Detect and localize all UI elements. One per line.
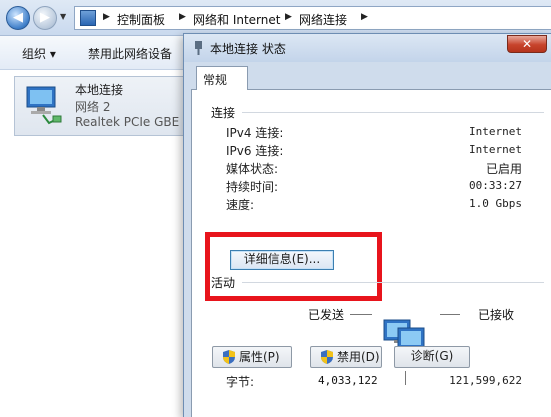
disable-device-button[interactable]: 禁用此网络设备 bbox=[88, 45, 172, 62]
divider bbox=[350, 314, 372, 315]
connection-status-dialog: 本地连接 状态 ✕ 常规 连接 IPv4 连接: Internet IPv6 连… bbox=[183, 33, 551, 417]
divider bbox=[242, 112, 544, 113]
ipv6-value: Internet bbox=[469, 143, 522, 156]
adapter-network: 网络 2 bbox=[75, 100, 111, 114]
address-bar-region: ◀ ▶ ▼ ▶ 控制面板 ▶ 网络和 Internet ▶ 网络连接 ▶ bbox=[0, 0, 551, 36]
breadcrumb-control-panel[interactable]: 控制面板 bbox=[117, 11, 165, 28]
history-dropdown-icon[interactable]: ▼ bbox=[60, 12, 70, 24]
bytes-label: 字节: bbox=[226, 375, 255, 389]
connection-group-label: 连接 bbox=[211, 106, 236, 120]
properties-button[interactable]: 属性(P) bbox=[212, 346, 292, 368]
organize-menu[interactable]: 组织 ▾ bbox=[22, 45, 56, 62]
properties-label: 属性(P) bbox=[239, 350, 280, 364]
ipv6-label: IPv6 连接: bbox=[226, 144, 284, 158]
divider bbox=[440, 314, 460, 315]
breadcrumb-network-connections[interactable]: 网络连接 bbox=[299, 11, 347, 28]
back-button[interactable]: ◀ bbox=[6, 6, 30, 30]
divider bbox=[242, 282, 544, 283]
chevron-right-icon[interactable]: ▶ bbox=[361, 12, 368, 22]
sent-label: 已发送 bbox=[308, 308, 345, 322]
dialog-title-bar[interactable]: 本地连接 状态 ✕ bbox=[184, 34, 551, 62]
control-panel-icon bbox=[80, 10, 96, 26]
bytes-received-value: 121,599,622 bbox=[449, 374, 522, 387]
breadcrumb-network-internet[interactable]: 网络和 Internet bbox=[193, 11, 280, 28]
media-state-value: 已启用 bbox=[485, 162, 522, 176]
disable-label: 禁用(D) bbox=[337, 350, 380, 364]
diagnose-button[interactable]: 诊断(G) bbox=[394, 346, 470, 368]
ipv4-value: Internet bbox=[469, 125, 522, 138]
divider bbox=[405, 371, 406, 385]
media-state-label: 媒体状态: bbox=[226, 162, 279, 176]
uac-shield-icon bbox=[321, 350, 333, 364]
chevron-right-icon[interactable]: ▶ bbox=[103, 12, 110, 22]
speed-label: 速度: bbox=[226, 198, 255, 212]
activity-group-label: 活动 bbox=[211, 276, 236, 290]
network-adapter-icon bbox=[26, 86, 62, 125]
duration-value: 00:33:27 bbox=[469, 179, 522, 192]
disable-button[interactable]: 禁用(D) bbox=[310, 346, 382, 368]
adapter-name: 本地连接 bbox=[75, 83, 124, 97]
uac-shield-icon bbox=[223, 350, 235, 364]
adapter-device: Realtek PCIe GBE bbox=[75, 115, 180, 129]
dialog-title: 本地连接 状态 bbox=[210, 42, 286, 56]
chevron-right-icon[interactable]: ▶ bbox=[285, 12, 292, 22]
ipv4-label: IPv4 连接: bbox=[226, 126, 284, 140]
received-label: 已接收 bbox=[478, 308, 515, 322]
list-item[interactable]: 本地连接 网络 2 Realtek PCIe GBE bbox=[14, 76, 206, 136]
chevron-right-icon[interactable]: ▶ bbox=[179, 12, 186, 22]
bytes-sent-value: 4,033,122 bbox=[318, 374, 378, 387]
tab-general[interactable]: 常规 bbox=[196, 66, 248, 90]
duration-label: 持续时间: bbox=[226, 180, 279, 194]
address-box[interactable]: ▶ 控制面板 ▶ 网络和 Internet ▶ 网络连接 ▶ bbox=[74, 6, 551, 30]
forward-button[interactable]: ▶ bbox=[33, 6, 57, 30]
network-cable-icon bbox=[195, 41, 202, 55]
speed-value: 1.0 Gbps bbox=[469, 197, 522, 210]
close-button[interactable]: ✕ bbox=[507, 35, 547, 53]
